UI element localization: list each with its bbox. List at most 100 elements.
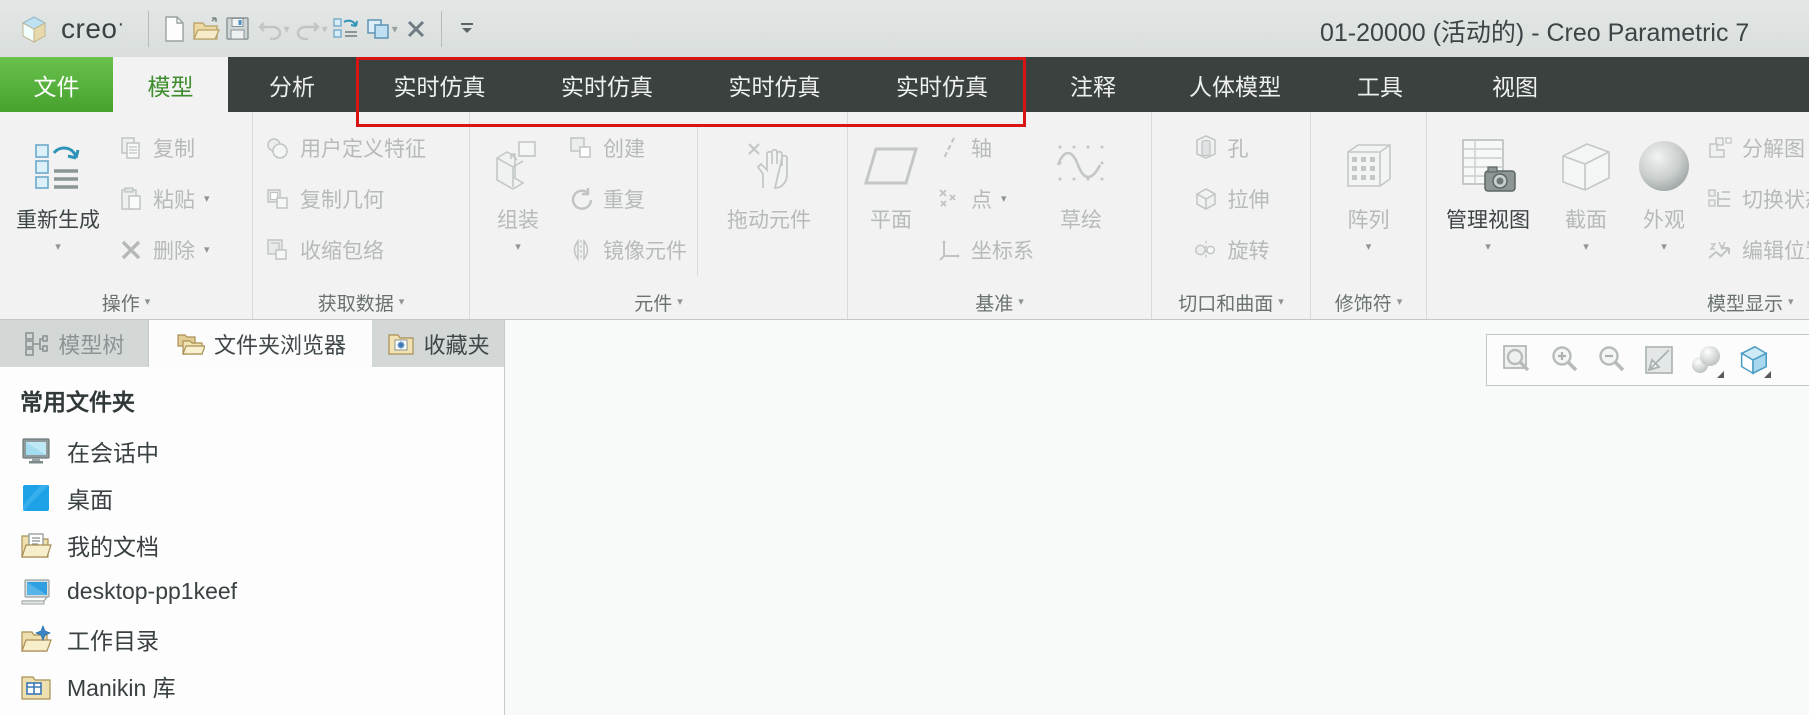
- graphics-toolbar: [1486, 334, 1809, 386]
- extrude-button[interactable]: 拉伸: [1193, 177, 1270, 221]
- group-label-operations[interactable]: 操作▾: [0, 286, 252, 319]
- open-folder-icon: [192, 17, 220, 41]
- tab-analysis[interactable]: 分析: [228, 57, 356, 112]
- folder-item-working-directory[interactable]: 工作目录: [20, 615, 504, 662]
- folder-item-manikin-library[interactable]: Manikin 库: [20, 662, 504, 709]
- window-switcher-button[interactable]: [362, 13, 394, 45]
- folder-browser-icon: [175, 330, 205, 358]
- tab-live-simulation-2[interactable]: 实时仿真: [523, 57, 691, 112]
- button-label: 平面: [870, 208, 912, 234]
- shrinkwrap-icon: [265, 237, 291, 263]
- zoom-out-button[interactable]: [1595, 343, 1629, 377]
- axis-icon: [936, 135, 962, 161]
- axis-button[interactable]: 轴: [936, 126, 1034, 170]
- switch-state-button[interactable]: 切换状态: [1707, 177, 1809, 221]
- copy-button[interactable]: 复制: [118, 126, 210, 170]
- workspace: 模型树 文件夹浏览器 收藏夹 常用文件夹: [0, 320, 1809, 715]
- repeat-button[interactable]: 重复: [568, 177, 687, 221]
- revolve-button[interactable]: 旋转: [1193, 228, 1270, 272]
- tab-live-simulation-3[interactable]: 实时仿真: [691, 57, 858, 112]
- zoom-out-icon: [1596, 344, 1628, 376]
- appearance-button[interactable]: 外观 ▾: [1625, 116, 1703, 286]
- pattern-button[interactable]: 阵列 ▾: [1319, 116, 1419, 286]
- redo-button[interactable]: [292, 13, 324, 45]
- ribbon-group-modifiers: 阵列 ▾ 修饰符▾: [1311, 112, 1427, 319]
- group-label-modifiers[interactable]: 修饰符▾: [1311, 286, 1426, 319]
- tab-live-simulation-4[interactable]: 实时仿真: [858, 57, 1026, 112]
- group-label-get-data[interactable]: 获取数据▾: [253, 286, 469, 319]
- manage-views-button[interactable]: 管理视图 ▾: [1429, 116, 1547, 286]
- manikin-library-icon: [20, 670, 52, 702]
- plane-button[interactable]: 平面: [850, 116, 932, 286]
- ribbon-group-component: 组装 ▾ 创建 重复: [470, 112, 848, 319]
- display-style-button[interactable]: [1736, 343, 1770, 377]
- delete-icon: [118, 237, 144, 263]
- manage-views-icon: [1457, 124, 1519, 208]
- undo-button[interactable]: [254, 13, 286, 45]
- button-label: 重新生成: [16, 208, 100, 234]
- tab-favorites[interactable]: 收藏夹: [372, 320, 504, 367]
- render-style-button[interactable]: [1689, 343, 1723, 377]
- folder-item-desktop[interactable]: 桌面: [20, 474, 504, 521]
- chevron-down-icon: ▾: [677, 297, 683, 308]
- section-button[interactable]: 截面 ▾: [1547, 116, 1625, 286]
- edit-position-button[interactable]: 编辑位置: [1707, 228, 1809, 272]
- graphics-area[interactable]: [505, 320, 1809, 715]
- tab-live-simulation-1[interactable]: 实时仿真: [356, 57, 523, 112]
- group-label-component[interactable]: 元件▾: [470, 286, 847, 319]
- udf-button[interactable]: 用户定义特征: [265, 126, 426, 170]
- copy-geometry-button[interactable]: 复制几何: [265, 177, 426, 221]
- drag-component-button[interactable]: 拖动元件: [704, 116, 834, 286]
- button-label: 拉伸: [1228, 184, 1270, 214]
- group-label-cut-surface[interactable]: 切口和曲面▾: [1152, 286, 1310, 319]
- chevron-down-icon: ▾: [55, 242, 61, 253]
- repaint-button[interactable]: [1642, 343, 1676, 377]
- new-file-button[interactable]: [158, 13, 190, 45]
- folder-item-computer[interactable]: desktop-pp1keef: [20, 568, 504, 615]
- point-button[interactable]: 点 ▾: [936, 177, 1034, 221]
- navigator-tabs: 模型树 文件夹浏览器 收藏夹: [0, 320, 504, 367]
- tab-manikin[interactable]: 人体模型: [1160, 57, 1310, 112]
- tab-tools[interactable]: 工具: [1310, 57, 1450, 112]
- regenerate-button[interactable]: 重新生成 ▾: [2, 116, 114, 286]
- tab-model[interactable]: 模型: [113, 57, 228, 112]
- toolbar-separator: [441, 11, 442, 47]
- repeat-icon: [568, 186, 594, 212]
- chevron-down-icon: ▾: [1278, 297, 1284, 308]
- folder-item-my-documents[interactable]: 我的文档: [20, 521, 504, 568]
- csys-button[interactable]: 坐标系: [936, 228, 1034, 272]
- create-button[interactable]: 创建: [568, 126, 687, 170]
- regenerate-quick-button[interactable]: [330, 13, 362, 45]
- group-label-model-display[interactable]: 模型显示▾: [1427, 286, 1809, 319]
- tab-model-tree[interactable]: 模型树: [0, 320, 149, 367]
- window-switcher-dropdown-arrow[interactable]: ▾: [392, 22, 398, 36]
- tab-annotate[interactable]: 注释: [1026, 57, 1160, 112]
- close-window-button[interactable]: [400, 13, 432, 45]
- tab-file[interactable]: 文件: [0, 57, 113, 112]
- zoom-in-button[interactable]: [1548, 343, 1582, 377]
- assemble-button[interactable]: 组装 ▾: [472, 116, 564, 286]
- tab-folder-browser[interactable]: 文件夹浏览器: [149, 320, 373, 367]
- mirror-component-button[interactable]: 镜像元件: [568, 228, 687, 272]
- customize-toolbar-icon: [459, 22, 475, 36]
- shrinkwrap-button[interactable]: 收缩包络: [265, 228, 426, 272]
- folder-item-in-session[interactable]: 在会话中: [20, 427, 504, 474]
- save-button[interactable]: [222, 13, 254, 45]
- hole-button[interactable]: 孔: [1193, 126, 1270, 170]
- tab-view[interactable]: 视图: [1450, 57, 1580, 112]
- in-session-icon: [20, 435, 52, 467]
- paste-button[interactable]: 粘贴 ▾: [118, 177, 210, 221]
- sketch-button[interactable]: 草绘: [1038, 116, 1124, 286]
- zoom-fit-button[interactable]: [1501, 343, 1535, 377]
- group-label-datum[interactable]: 基准▾: [848, 286, 1151, 319]
- extrude-icon: [1193, 186, 1219, 212]
- toolbar-separator: [148, 11, 149, 47]
- open-file-button[interactable]: [190, 13, 222, 45]
- chevron-down-icon: ▾: [204, 194, 210, 205]
- undo-dropdown-arrow[interactable]: ▾: [284, 22, 290, 36]
- redo-dropdown-arrow[interactable]: ▾: [322, 22, 328, 36]
- delete-button[interactable]: 删除 ▾: [118, 228, 210, 272]
- windows-icon: [365, 17, 391, 41]
- customize-toolbar-button[interactable]: [451, 13, 483, 45]
- exploded-view-button[interactable]: 分解图: [1707, 126, 1809, 170]
